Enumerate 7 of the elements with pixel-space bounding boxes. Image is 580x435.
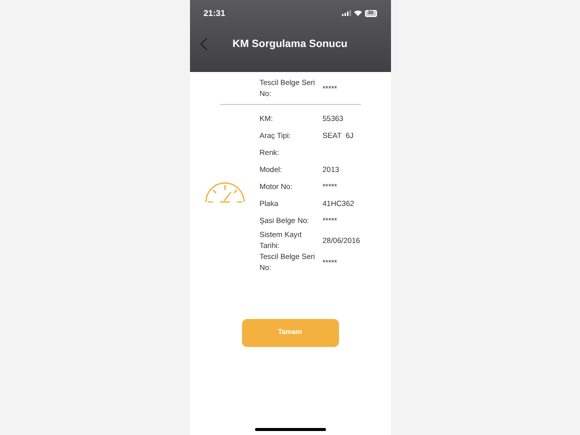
signal-icon: [342, 10, 350, 16]
back-button[interactable]: [200, 37, 208, 51]
screen-title: KM Sorgulama Sonucu: [232, 37, 348, 52]
wifi-icon: [354, 10, 362, 16]
speedometer-icon: [204, 180, 246, 202]
home-indicator: [254, 428, 326, 431]
status-time: 21:31: [204, 6, 226, 20]
